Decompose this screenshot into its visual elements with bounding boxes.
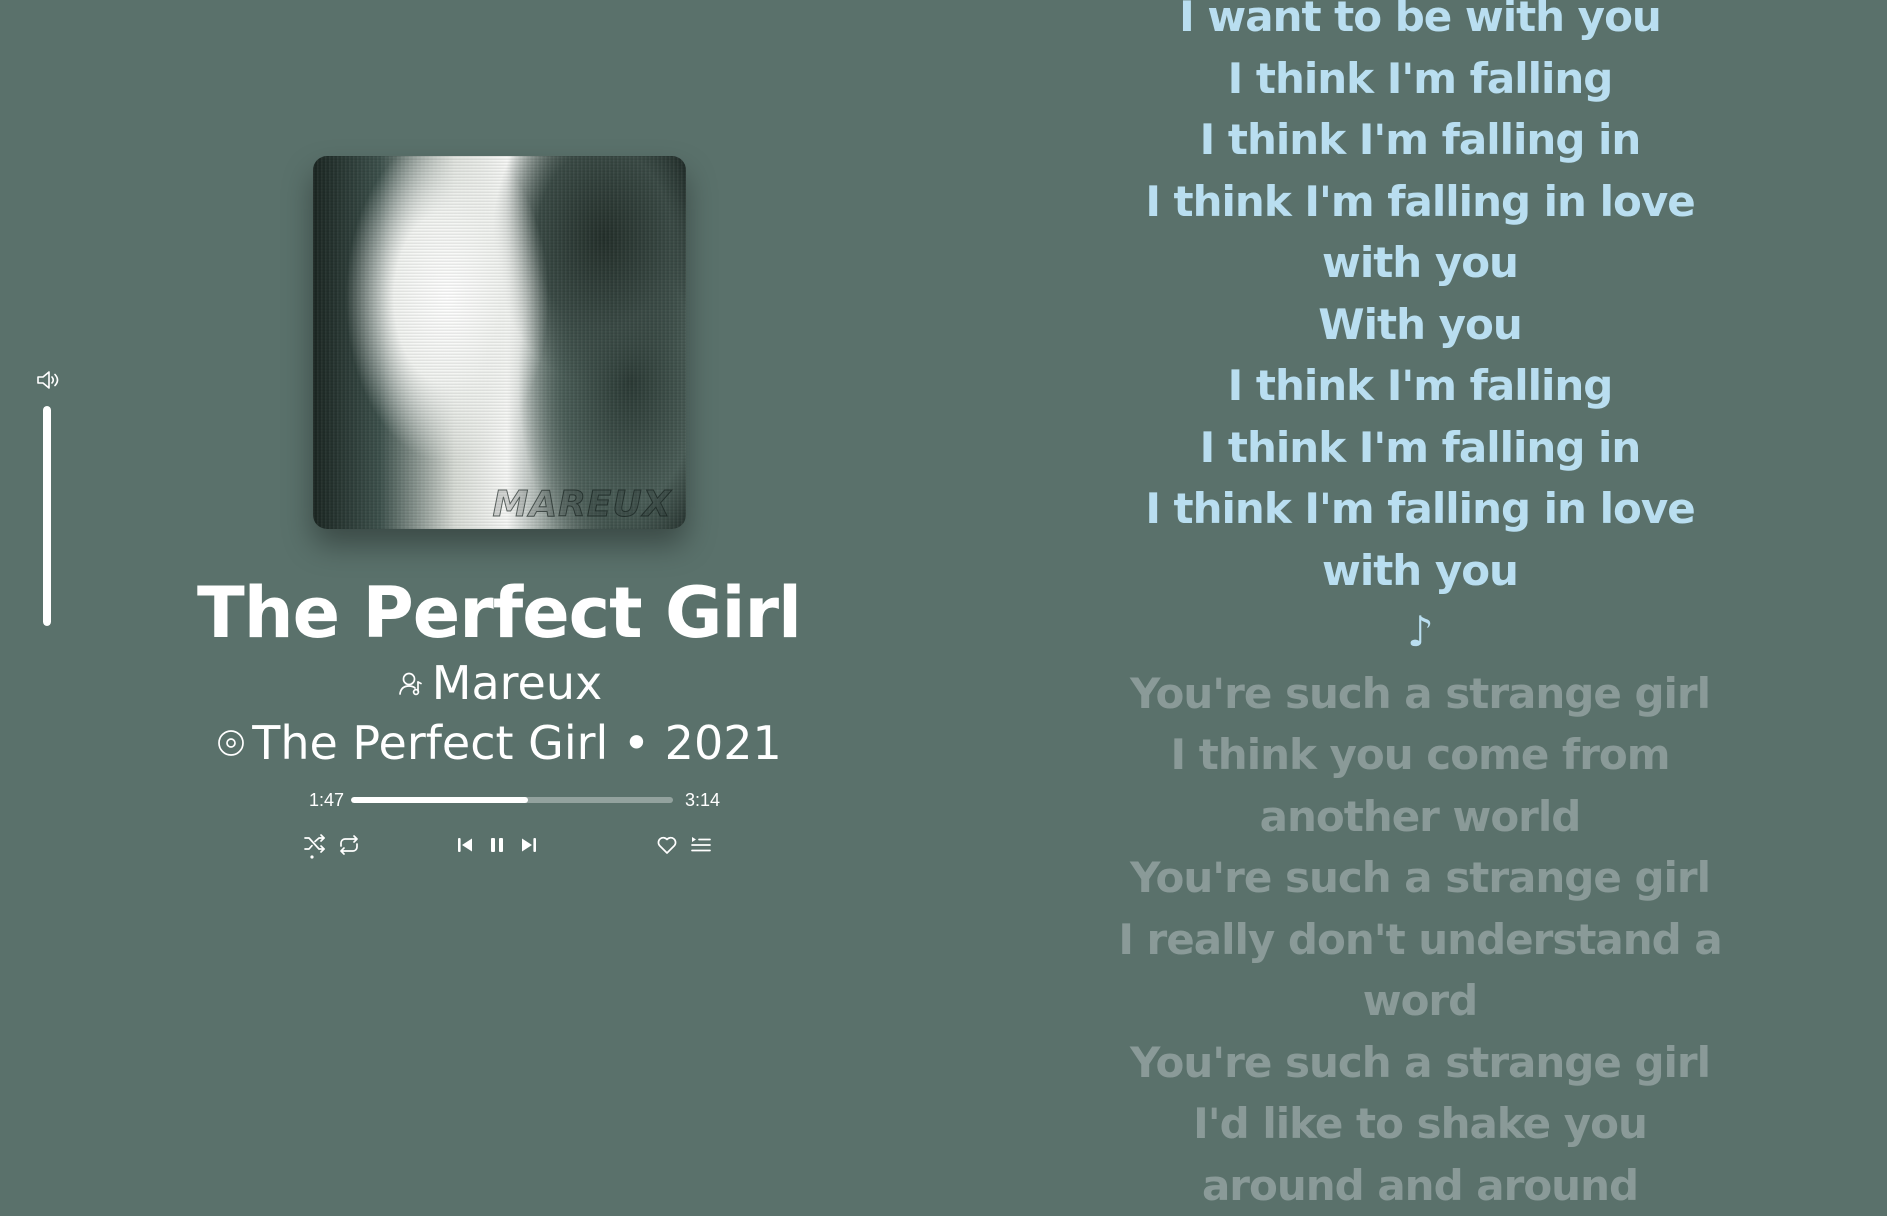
skip-previous-icon[interactable] (450, 830, 480, 860)
artist-icon (396, 668, 426, 698)
album-disc-icon (216, 728, 246, 758)
queue-icon[interactable] (686, 830, 716, 860)
album-art-texture (312, 156, 686, 529)
lyric-line[interactable]: With you (1070, 294, 1770, 356)
artist-line[interactable]: Mareux (160, 653, 838, 713)
heart-icon[interactable] (652, 830, 682, 860)
lyric-line[interactable]: I think you come from another world (1110, 724, 1730, 847)
repeat-icon[interactable] (334, 830, 364, 860)
lyric-line[interactable]: You're such a strange girl (1070, 847, 1770, 909)
lyrics-panel: I want to be with you I think I'm falling… (1070, 0, 1770, 1216)
album-art-logo: MAREUX (492, 484, 672, 526)
shuffle-icon[interactable] (300, 830, 330, 860)
skip-next-icon[interactable] (514, 830, 544, 860)
lyric-line[interactable]: I really don't understand a word (1070, 909, 1770, 1032)
speaker-icon[interactable] (36, 369, 62, 391)
track-title: The Perfect Girl (197, 572, 802, 654)
elapsed-time: 1:47 (309, 790, 345, 810)
album-name-year[interactable]: The Perfect Girl • 2021 (252, 713, 782, 773)
playback-progress: 1:47 3:14 (303, 788, 723, 812)
lyric-line[interactable]: I think I'm falling (1070, 48, 1770, 110)
progress-bar[interactable] (351, 797, 673, 803)
lyric-line[interactable]: I'd like to shake you around and around (1110, 1093, 1730, 1216)
album-line[interactable]: The Perfect Girl • 2021 (160, 713, 838, 773)
lyric-line[interactable]: I think I'm falling in (1070, 417, 1770, 479)
lyric-line[interactable]: You're such a strange girl (1070, 663, 1770, 725)
lyric-line[interactable]: I think I'm falling in love with you (1110, 478, 1730, 601)
pause-icon[interactable] (482, 830, 512, 860)
lyric-line[interactable]: ♪ (1070, 601, 1770, 663)
lyric-line[interactable]: I think I'm falling (1070, 355, 1770, 417)
now-playing-panel: MAREUX The Perfect Girl Mareux The Perfe… (160, 156, 838, 773)
playback-controls (300, 830, 730, 864)
lyric-line[interactable]: I think I'm falling in love with you (1110, 171, 1730, 294)
lyric-line[interactable]: You're such a strange girl (1070, 1032, 1770, 1094)
total-time: 3:14 (685, 790, 721, 810)
album-art: MAREUX (312, 156, 686, 529)
lyric-line[interactable]: I want to be with you (1070, 0, 1770, 48)
progress-bar-fill (351, 797, 529, 803)
volume-level-fill (43, 406, 51, 626)
artist-name[interactable]: Mareux (432, 653, 602, 713)
lyric-line[interactable]: I think I'm falling in (1070, 109, 1770, 171)
volume-slider[interactable] (43, 406, 51, 626)
